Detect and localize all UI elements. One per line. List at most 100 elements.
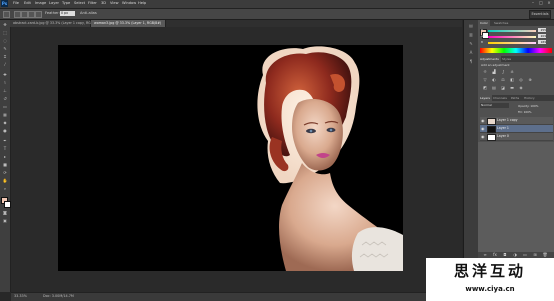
tab-styles[interactable]: Styles xyxy=(500,56,513,62)
invert-icon[interactable]: ◩ xyxy=(482,85,488,90)
channel-mixer-icon[interactable]: ⊕ xyxy=(527,77,533,82)
close-icon[interactable]: × xyxy=(546,0,552,6)
add-selection-icon[interactable] xyxy=(21,11,28,18)
eyedropper-tool-icon[interactable]: ⁄ xyxy=(2,62,8,67)
zoom-tool-icon[interactable]: ⌕ xyxy=(2,186,8,191)
menu-3d[interactable]: 3D xyxy=(101,1,106,5)
slider-red[interactable]: R 255 xyxy=(481,28,546,33)
healing-brush-icon[interactable]: ✚ xyxy=(2,72,8,77)
add-mask-icon[interactable]: ◘ xyxy=(502,252,508,257)
exposure-icon[interactable]: ± xyxy=(509,69,515,74)
menu-layer[interactable]: Layer xyxy=(49,1,59,5)
black-white-icon[interactable]: ◧ xyxy=(509,77,515,82)
slider-green-value[interactable]: 209 xyxy=(538,34,546,38)
anti-alias-checkbox[interactable]: Anti-alias xyxy=(80,11,97,15)
menu-image[interactable]: Image xyxy=(35,1,46,5)
fill-field[interactable]: Fill: 100% xyxy=(518,110,532,114)
visibility-eye-icon[interactable]: ◉ xyxy=(481,118,485,123)
menu-edit[interactable]: Edit xyxy=(24,1,31,5)
dodge-tool-icon[interactable]: ● xyxy=(2,128,8,133)
type-tool-icon[interactable]: T xyxy=(2,146,8,151)
slider-red-track[interactable] xyxy=(488,30,536,32)
workspace-switcher[interactable]: Essentials xyxy=(529,10,551,19)
hue-saturation-icon[interactable]: ◐ xyxy=(491,77,497,82)
zoom-level[interactable]: 33.33% xyxy=(14,294,27,298)
new-selection-icon[interactable] xyxy=(14,11,21,18)
screen-mode-icon[interactable]: ▣ xyxy=(2,218,8,223)
menu-select[interactable]: Select xyxy=(74,1,85,5)
layer-row[interactable]: ◉ Layer 1 copy xyxy=(480,117,553,125)
menu-type[interactable]: Type xyxy=(62,1,70,5)
tab-paths[interactable]: Paths xyxy=(509,95,521,101)
visibility-eye-icon[interactable]: ◉ xyxy=(481,134,485,139)
quick-select-tool-icon[interactable]: ✎ xyxy=(2,46,8,51)
maximize-icon[interactable]: □ xyxy=(538,0,544,6)
menu-file[interactable]: File xyxy=(13,1,19,5)
tab-channels[interactable]: Channels xyxy=(491,95,509,101)
tab-document-2[interactable]: woman3.jpg @ 33.3% (Layer 1, RGB/8#) xyxy=(91,20,166,27)
layer-row[interactable]: ◉ Layer 0 xyxy=(480,133,553,141)
slider-green-track[interactable] xyxy=(488,36,536,38)
brush-tool-icon[interactable]: ⌇ xyxy=(2,80,8,85)
color-balance-icon[interactable]: ⚖ xyxy=(500,77,506,82)
move-tool-icon[interactable]: ✥ xyxy=(2,22,8,27)
visibility-eye-icon[interactable]: ◉ xyxy=(481,126,485,131)
brightness-icon[interactable]: ☼ xyxy=(482,69,488,74)
gradient-map-icon[interactable]: ▬ xyxy=(509,85,515,90)
new-layer-icon[interactable]: ⊞ xyxy=(532,252,538,257)
layer-name[interactable]: Layer 1 xyxy=(497,126,509,130)
tab-adjustments[interactable]: Adjustments xyxy=(478,56,501,62)
menu-window[interactable]: Window xyxy=(122,1,136,5)
background-color-swatch[interactable] xyxy=(4,201,11,208)
quick-mask-icon[interactable]: ◙ xyxy=(2,210,8,215)
slider-blue-track[interactable] xyxy=(488,42,536,44)
hand-tool-icon[interactable]: ✋ xyxy=(2,178,8,183)
feather-input[interactable]: 0 px xyxy=(60,11,75,16)
subtract-selection-icon[interactable] xyxy=(28,11,35,18)
vibrance-icon[interactable]: ▽ xyxy=(482,77,488,82)
tab-history[interactable]: History xyxy=(522,95,537,101)
tab-layers[interactable]: Layers xyxy=(478,95,492,101)
properties-panel-icon[interactable]: ▥ xyxy=(468,32,474,38)
levels-icon[interactable]: ▟ xyxy=(491,69,497,74)
opacity-field[interactable]: Opacity: 100% xyxy=(518,104,538,108)
history-brush-icon[interactable]: ↺ xyxy=(2,96,8,101)
new-group-icon[interactable]: ▭ xyxy=(522,252,528,257)
blend-mode-select[interactable]: Normal xyxy=(480,103,509,108)
pen-tool-icon[interactable]: ✒ xyxy=(2,138,8,143)
new-adjustment-icon[interactable]: ◑ xyxy=(512,252,518,257)
path-select-icon[interactable]: ▸ xyxy=(2,154,8,159)
shape-tool-icon[interactable]: ■ xyxy=(2,162,8,167)
intersect-selection-icon[interactable] xyxy=(35,11,42,18)
character-panel-icon[interactable]: A xyxy=(468,50,474,56)
photo-filter-icon[interactable]: ◎ xyxy=(518,77,524,82)
tab-color[interactable]: Color xyxy=(478,20,490,26)
slider-blue[interactable]: B 189 xyxy=(481,40,546,45)
blur-tool-icon[interactable]: ◆ xyxy=(2,120,8,125)
slider-blue-value[interactable]: 189 xyxy=(538,40,546,44)
slider-green[interactable]: G 209 xyxy=(481,34,546,39)
gradient-tool-icon[interactable]: ▦ xyxy=(2,112,8,117)
link-layers-icon[interactable]: ∞ xyxy=(482,252,488,257)
brush-panel-icon[interactable]: ✎ xyxy=(468,41,474,47)
3d-rotate-icon[interactable]: ⟳ xyxy=(2,170,8,175)
delete-layer-icon[interactable]: 🗑 xyxy=(542,252,548,257)
minimize-icon[interactable]: – xyxy=(530,0,536,6)
clone-stamp-icon[interactable]: ⊥ xyxy=(2,88,8,93)
menu-help[interactable]: Help xyxy=(138,1,146,5)
slider-red-value[interactable]: 255 xyxy=(538,28,546,32)
layer-name[interactable]: Layer 0 xyxy=(497,134,509,138)
curves-icon[interactable]: ∫ xyxy=(500,69,506,74)
lasso-tool-icon[interactable]: ◌ xyxy=(2,38,8,43)
layer-row[interactable]: ◉ Layer 1 xyxy=(480,125,553,133)
tab-document-1[interactable]: abstract-card-b.jpg @ 33.3% (Layer 1 cop… xyxy=(10,20,100,27)
layer-name[interactable]: Layer 1 copy xyxy=(497,118,518,122)
eraser-tool-icon[interactable]: ▭ xyxy=(2,104,8,109)
color-spectrum-ramp[interactable] xyxy=(480,48,552,53)
tool-preset-icon[interactable] xyxy=(3,11,10,18)
tab-swatches[interactable]: Swatches xyxy=(492,20,510,26)
menu-view[interactable]: View xyxy=(110,1,119,5)
crop-tool-icon[interactable]: ⌗ xyxy=(2,54,8,59)
marquee-tool-icon[interactable]: ⬚ xyxy=(2,30,8,35)
layer-style-icon[interactable]: fx xyxy=(492,252,498,257)
